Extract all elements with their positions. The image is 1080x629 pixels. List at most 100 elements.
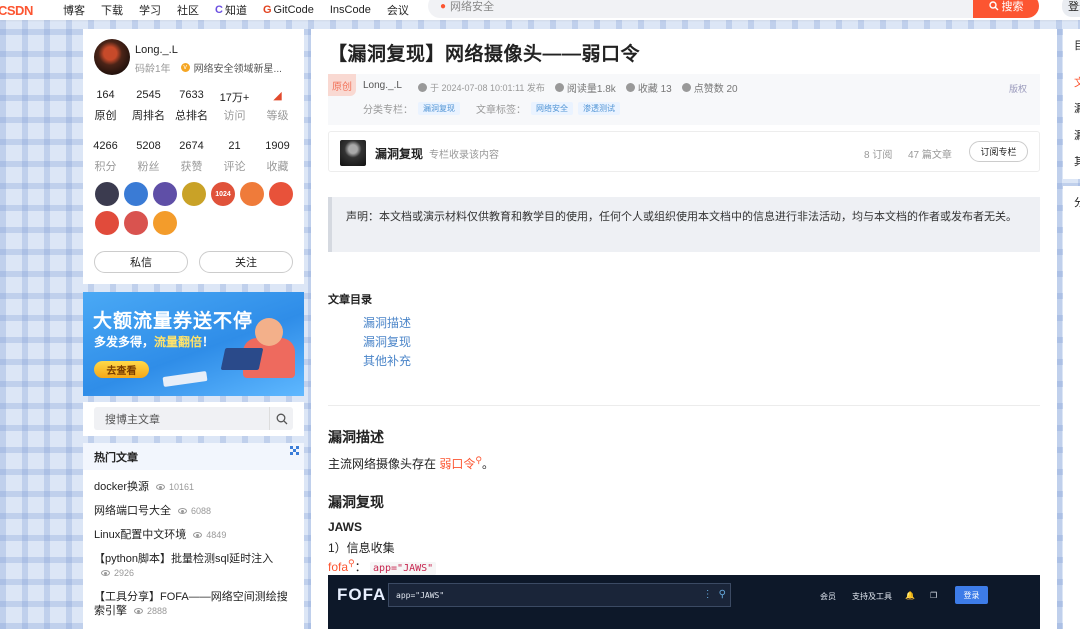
article-author[interactable]: Long._.L bbox=[363, 80, 402, 91]
blog-search-button[interactable] bbox=[269, 407, 293, 430]
hot-article-item[interactable]: 【python脚本】批量检测sql延时注入 2926 bbox=[94, 552, 293, 580]
stat-label: 原创 bbox=[94, 110, 117, 122]
stat-label: 积分 bbox=[94, 161, 117, 173]
hot-article-item[interactable]: docker换源 10161 bbox=[94, 480, 293, 494]
hot-article-list: docker换源 10161 网络端口号大全 6088 Linux配置中文环境 4849 【… bbox=[83, 480, 304, 618]
stat-fans[interactable]: 5208 粉丝 bbox=[128, 140, 169, 174]
gitcode-icon: G bbox=[262, 4, 272, 16]
stat-label: 访问 bbox=[223, 110, 246, 122]
fofa-line: fofa⚲： app="JAWS" bbox=[328, 558, 437, 575]
search-placeholder: 网络安全 bbox=[450, 1, 495, 13]
hot-articles-header: 热门文章 bbox=[83, 443, 304, 470]
promo-subtitle-pre: 多发多得， bbox=[94, 335, 155, 349]
fofa-login-button: 登录 bbox=[955, 586, 988, 604]
badge-gold-icon[interactable] bbox=[182, 182, 206, 206]
badge-star-icon[interactable] bbox=[153, 211, 177, 235]
search-button[interactable]: 搜索 bbox=[973, 0, 1039, 18]
follow-button[interactable]: 关注 bbox=[199, 251, 293, 273]
badge-purple-icon[interactable] bbox=[153, 182, 177, 206]
laptop-icon bbox=[220, 348, 264, 370]
nav-learn[interactable]: 学习 bbox=[139, 2, 161, 18]
hot-article-views: 6088 bbox=[191, 506, 212, 516]
right-toc-item[interactable]: 漏 bbox=[1074, 127, 1080, 143]
badge-hacker-icon[interactable] bbox=[95, 182, 119, 206]
toc-item-repro[interactable]: 漏洞复现 bbox=[363, 333, 411, 352]
colon: ： bbox=[354, 560, 367, 574]
promo-cta-button[interactable]: 去查看 bbox=[94, 361, 149, 378]
login-button[interactable]: 登录 bbox=[1062, 0, 1080, 17]
badge-pen-icon[interactable] bbox=[95, 211, 119, 235]
fofa-search-bar: app="JAWS" ⋮ ⚲ bbox=[388, 583, 731, 607]
author-name[interactable]: Long._.L bbox=[135, 44, 178, 56]
badge-red-icon[interactable] bbox=[269, 182, 293, 206]
copyright-link[interactable]: 版权 bbox=[1009, 82, 1027, 95]
inline-code: app="JAWS" bbox=[369, 562, 437, 575]
column-cover[interactable] bbox=[340, 140, 366, 166]
search-input[interactable]: ● 网络安全 bbox=[428, 0, 973, 18]
right-category-panel: 分 bbox=[1063, 186, 1080, 629]
blog-search-input[interactable]: 搜博主文章 bbox=[94, 407, 293, 430]
hot-article-item[interactable]: Linux配置中文环境 4849 bbox=[94, 528, 293, 542]
stat-label: 等级 bbox=[266, 110, 289, 122]
nav-inscode[interactable]: InsCode bbox=[330, 4, 371, 16]
badge-1024-icon[interactable]: 1024 bbox=[211, 182, 235, 206]
hot-article-item[interactable]: 网络端口号大全 6088 bbox=[94, 504, 293, 518]
promo-banner[interactable]: 大额流量券送不停 多发多得，流量翻倍！ 去查看 bbox=[83, 292, 304, 396]
badge-orange-icon[interactable] bbox=[240, 182, 264, 206]
nav-download[interactable]: 下载 bbox=[101, 2, 123, 18]
toc-item-other[interactable]: 其他补充 bbox=[363, 352, 411, 371]
right-toc-item[interactable]: 文 bbox=[1074, 74, 1080, 90]
nav-gitcode[interactable]: G GitCode bbox=[263, 4, 314, 16]
toc-item-desc[interactable]: 漏洞描述 bbox=[363, 314, 411, 333]
thumb-up-icon bbox=[681, 83, 691, 92]
right-toc-item[interactable]: 漏 bbox=[1074, 100, 1080, 116]
nav-meeting[interactable]: 会议 bbox=[387, 2, 409, 18]
expand-icon[interactable] bbox=[290, 446, 299, 455]
zhidao-icon: C bbox=[215, 4, 223, 16]
article-main: 【漏洞复现】网络摄像头——弱口令 原创 Long._.L 于 2024-07-0… bbox=[311, 29, 1057, 629]
flame-icon: ● bbox=[440, 0, 447, 12]
nav-blog[interactable]: 博客 bbox=[63, 2, 85, 18]
stat-visits: 17万+ 访问 bbox=[214, 89, 255, 123]
csdn-logo[interactable]: CSDN bbox=[0, 0, 33, 20]
badge-blue-icon[interactable] bbox=[124, 182, 148, 206]
column-tag[interactable]: 漏洞复现 bbox=[418, 102, 460, 115]
stat-level[interactable]: ◢ 等级 bbox=[257, 89, 298, 123]
keyword-link-fofa[interactable]: fofa⚲ bbox=[328, 558, 355, 574]
eye-icon bbox=[554, 83, 564, 92]
tag-network-security[interactable]: 网络安全 bbox=[531, 102, 573, 115]
right-toc-title: 目 bbox=[1074, 40, 1080, 52]
avatar[interactable] bbox=[94, 39, 130, 75]
subscribe-column-button[interactable]: 订阅专栏 bbox=[969, 141, 1028, 162]
badge-monkey-icon[interactable] bbox=[124, 211, 148, 235]
stats-row-1: 164 原创 2545 周排名 7633 总排名 17万+ 访问 ◢ 等级 bbox=[83, 89, 304, 123]
stat-original[interactable]: 164 原创 bbox=[85, 89, 126, 123]
hot-articles-title: 热门文章 bbox=[94, 451, 138, 464]
keyword-link-weak-password[interactable]: 弱口令⚲ bbox=[439, 455, 482, 471]
column-subs: 8 订阅 bbox=[864, 150, 893, 161]
author-domain[interactable]: 网络安全领域新星... bbox=[194, 60, 282, 75]
nav-community[interactable]: 社区 bbox=[177, 2, 199, 18]
like-count[interactable]: 点赞数 20 bbox=[681, 80, 738, 95]
fav-count-text: 收藏 13 bbox=[637, 84, 672, 95]
desc-end: 。 bbox=[481, 457, 494, 471]
message-button[interactable]: 私信 bbox=[94, 251, 188, 273]
main-nav: 博客 下载 学习 社区 C 知道 G GitCode InsCode 会议 bbox=[63, 0, 425, 20]
fav-count[interactable]: 收藏 13 bbox=[625, 80, 672, 95]
nav-zhidao[interactable]: C 知道 bbox=[215, 2, 247, 18]
keyword-text: fofa bbox=[328, 560, 349, 574]
hot-article-title: 【工具分享】FOFA——网络空间测绘搜索引擎 bbox=[94, 591, 288, 617]
right-toc-item[interactable]: 其 bbox=[1074, 153, 1080, 169]
search-button-label: 搜索 bbox=[1001, 1, 1024, 13]
stat-total-rank[interactable]: 7633 总排名 bbox=[171, 89, 212, 123]
column-label: 分类专栏： bbox=[363, 105, 413, 116]
stat-week-rank[interactable]: 2545 周排名 bbox=[128, 89, 169, 123]
heading-desc: 漏洞描述 bbox=[328, 429, 384, 445]
disclaimer-block: 声明：本文档或演示材料仅供教育和教学目的使用，任何个人或组织使用本文档中的信息进… bbox=[328, 197, 1040, 252]
tag-pentest[interactable]: 渗透测试 bbox=[578, 102, 620, 115]
stat-value: 164 bbox=[96, 89, 115, 101]
toc: 漏洞描述 漏洞复现 其他补充 bbox=[363, 314, 411, 371]
column-name[interactable]: 漏洞复现 bbox=[375, 145, 423, 162]
search-icon bbox=[276, 413, 287, 424]
hot-article-item[interactable]: 【工具分享】FOFA——网络空间测绘搜索引擎 2888 bbox=[94, 590, 293, 618]
